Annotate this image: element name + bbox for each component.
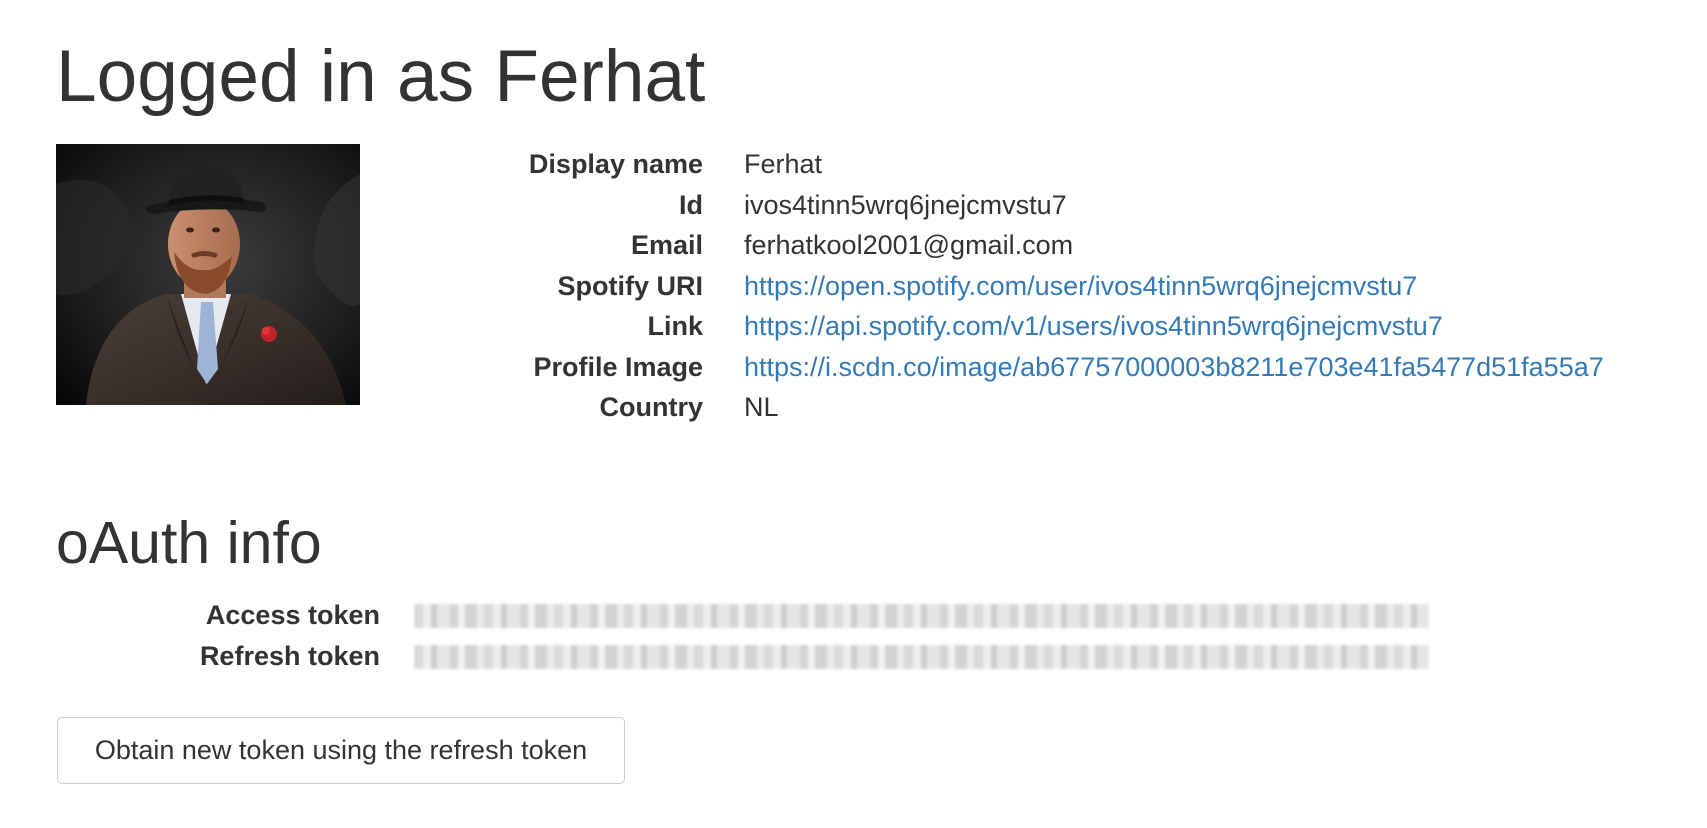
profile-image-label: Profile Image <box>533 351 703 382</box>
spotify-uri-link[interactable]: https://open.spotify.com/user/ivos4tinn5… <box>744 271 1417 301</box>
link-label: Link <box>647 311 703 341</box>
spotify-uri-cell: https://open.spotify.com/user/ivos4tinn5… <box>744 266 1417 307</box>
country-value: NL <box>744 392 779 422</box>
refresh-token-redacted <box>414 644 1429 669</box>
id-value: ivos4tinn5wrq6jnejcmvstu7 <box>744 189 1067 220</box>
profile-row-profile-image: Profile Image https://i.scdn.co/image/ab… <box>400 347 1603 388</box>
api-link[interactable]: https://api.spotify.com/v1/users/ivos4ti… <box>744 311 1443 341</box>
refresh-token-cell <box>414 636 1429 681</box>
profile-image-link[interactable]: https://i.scdn.co/image/ab67757000003b82… <box>744 352 1604 382</box>
profile-image-cell: https://i.scdn.co/image/ab67757000003b82… <box>744 347 1604 388</box>
profile-row-id: Id ivos4tinn5wrq6jnejcmvstu7 <box>400 185 1067 226</box>
page-title: Logged in as Ferhat <box>56 36 706 117</box>
display-name-value: Ferhat <box>744 149 823 179</box>
profile-row-email: Email ferhatkool2001@gmail.com <box>400 225 1073 266</box>
oauth-row-access-token: Access token <box>56 595 1429 636</box>
access-token-label: Access token <box>205 600 380 630</box>
profile-avatar <box>56 144 360 405</box>
oauth-section-title: oAuth info <box>56 510 322 576</box>
profile-row-spotify-uri: Spotify URI https://open.spotify.com/use… <box>400 266 1418 307</box>
refresh-token-label: Refresh token <box>199 640 380 671</box>
spotify-uri-label: Spotify URI <box>557 270 704 301</box>
email-value: ferhatkool2001@gmail.com <box>744 230 1074 260</box>
display-name-label: Display name <box>528 149 703 179</box>
profile-row-link: Link https://api.spotify.com/v1/users/iv… <box>400 306 1442 347</box>
page: Logged in as Ferhat Display name Ferhat … <box>0 0 1707 828</box>
obtain-new-token-button[interactable]: Obtain new token using the refresh token <box>57 717 625 784</box>
access-token-cell <box>414 595 1429 640</box>
profile-row-display-name: Display name Ferhat <box>400 144 822 185</box>
email-label: Email <box>630 230 703 260</box>
id-label: Id <box>679 189 703 220</box>
api-link-cell: https://api.spotify.com/v1/users/ivos4ti… <box>744 306 1443 347</box>
oauth-details: Access token Refresh token <box>56 595 1456 676</box>
profile-row-country: Country NL <box>400 387 779 428</box>
access-token-redacted <box>414 604 1429 628</box>
country-label: Country <box>599 392 704 422</box>
oauth-row-refresh-token: Refresh token <box>56 636 1429 677</box>
avatar-image <box>56 144 360 405</box>
profile-details: Display name Ferhat Id ivos4tinn5wrq6jne… <box>400 144 1700 428</box>
